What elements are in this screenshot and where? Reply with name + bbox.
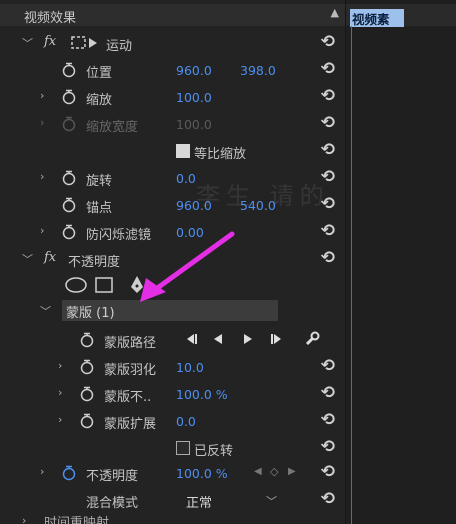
timeline-panel: 视频素 [345,0,456,524]
timeline-clip[interactable]: 视频素 [350,9,404,27]
effect-controls-panel: 视频效果 ▲ ﹀ fx 运动 ⟲ 位置 960.0 398.0 ⟲ › 缩放 1… [0,0,345,524]
timeline-header: 视频素 [346,4,456,27]
annotation-arrow-icon [140,231,235,302]
playhead-line[interactable] [351,26,352,524]
